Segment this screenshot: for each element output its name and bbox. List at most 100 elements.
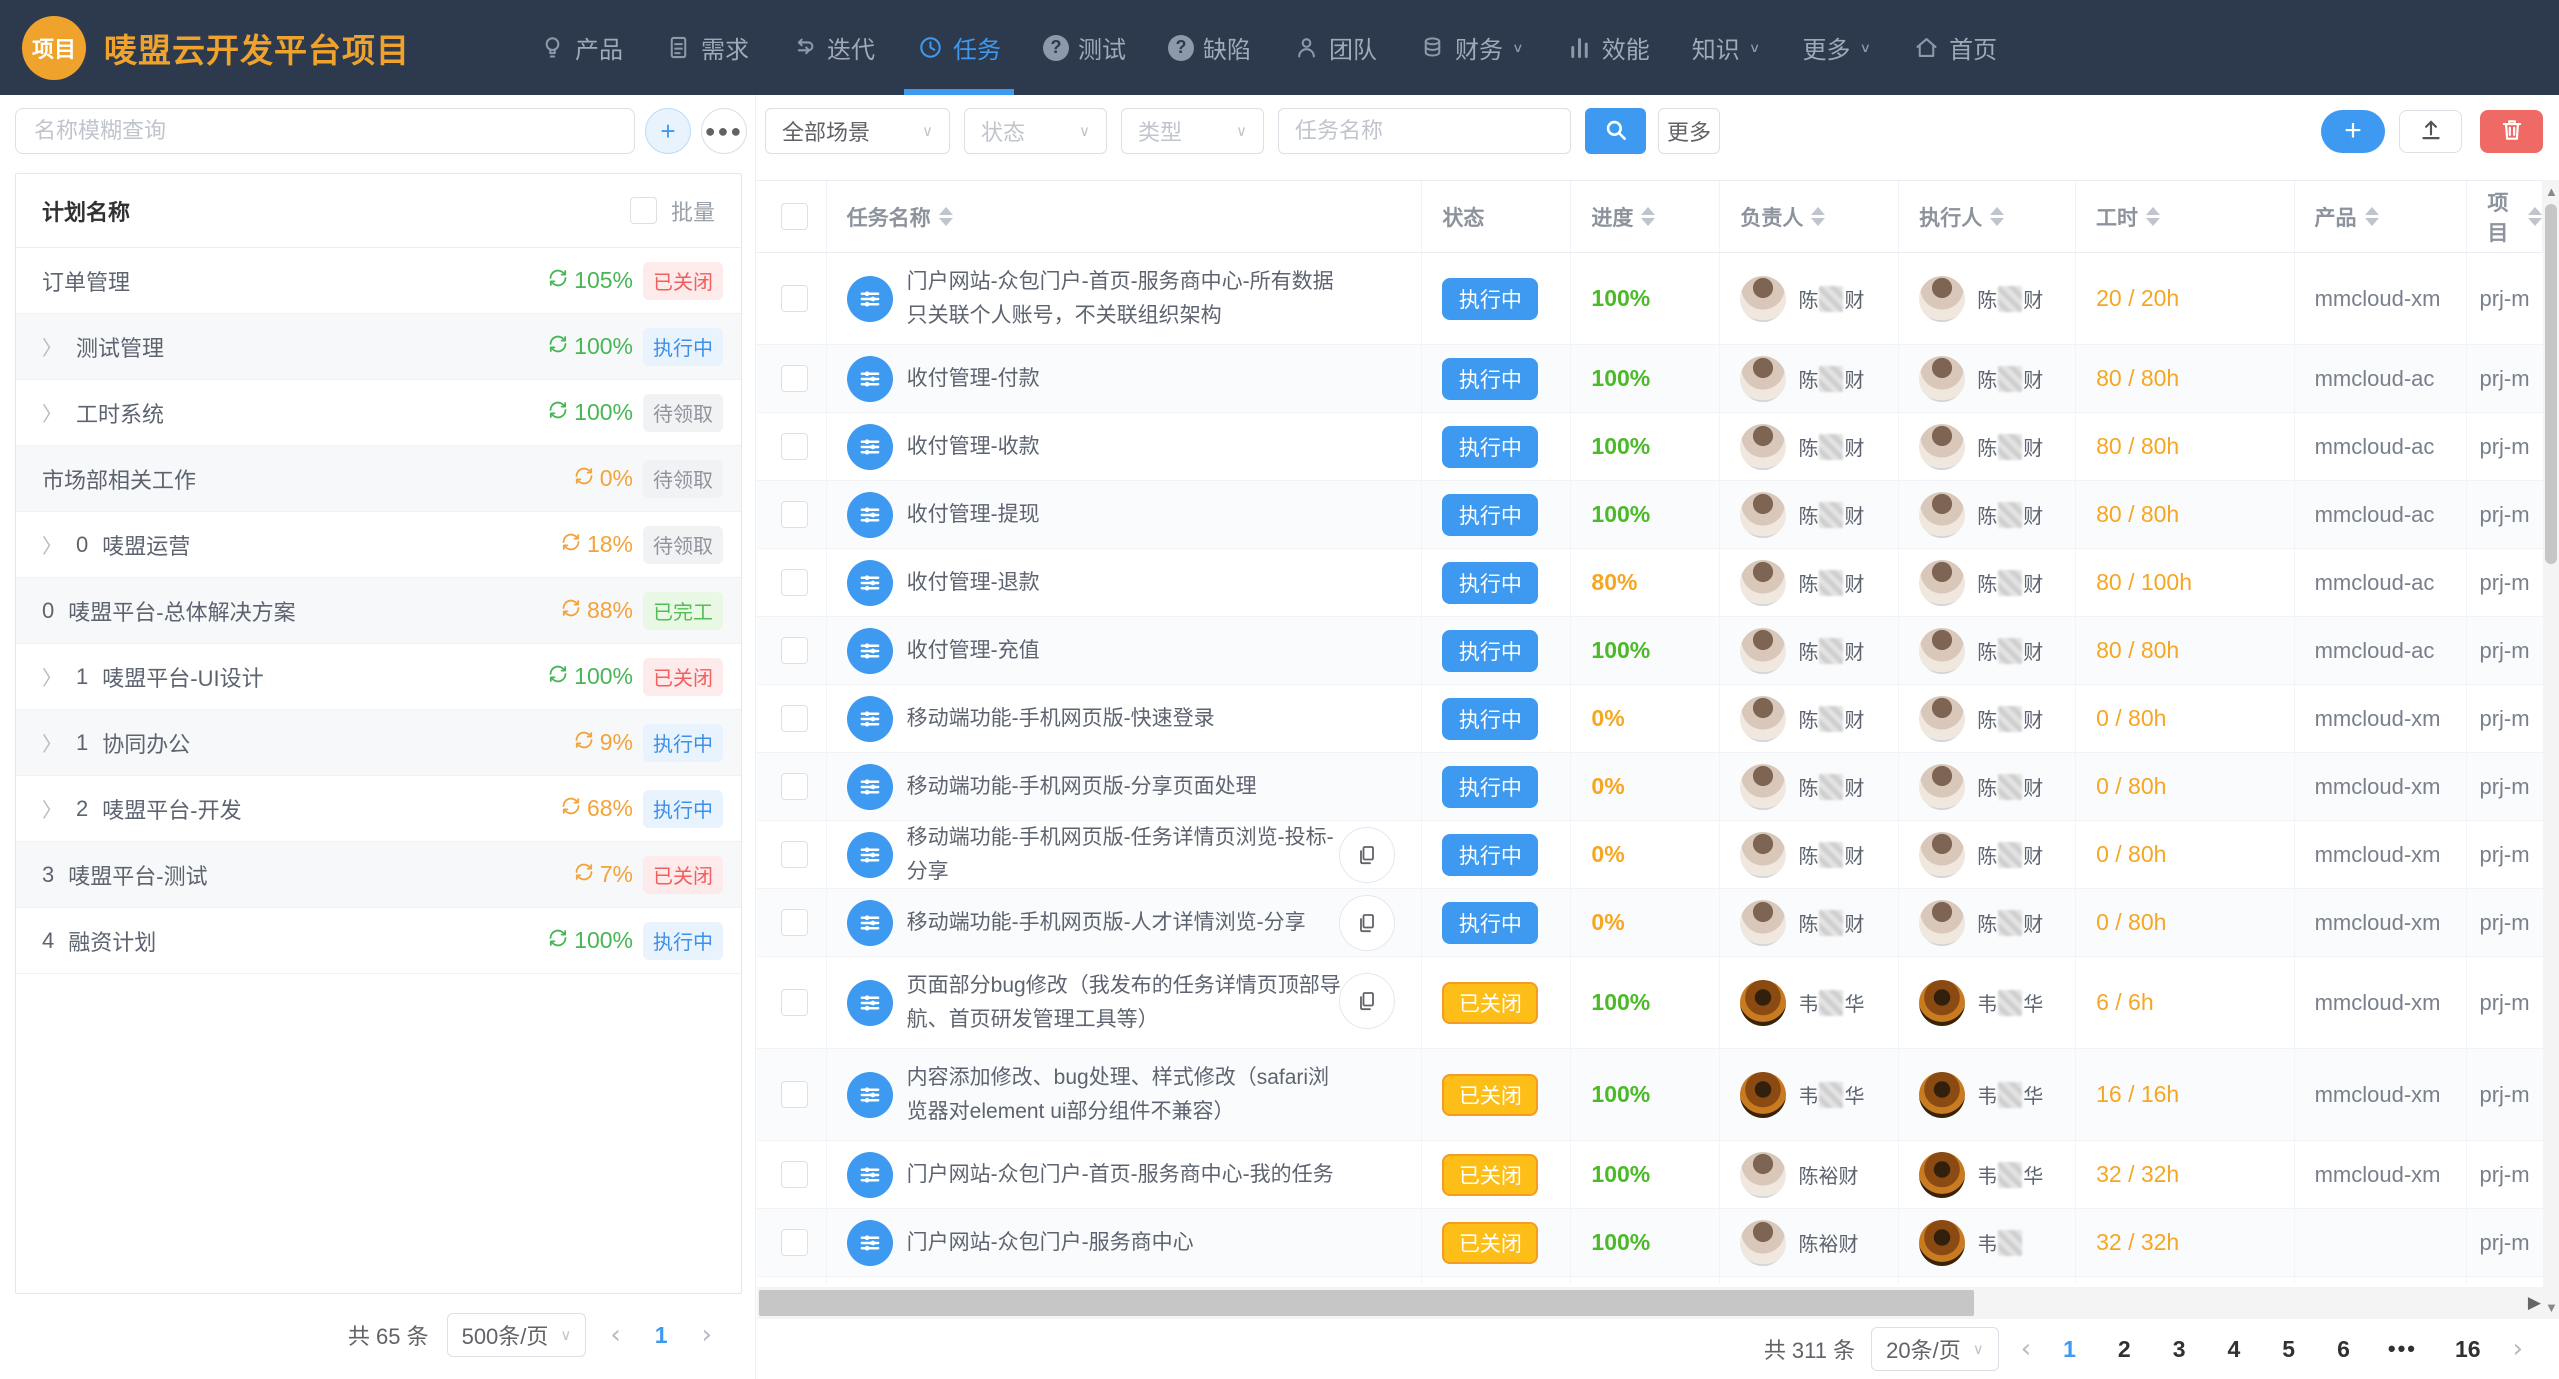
task-name-input[interactable] [1278,108,1571,154]
task-row[interactable]: 移动端功能-手机网页版-分享页面处理执行中0%陈财陈财0 / 80hmmclou… [757,753,2543,821]
horizontal-scrollbar-thumb[interactable] [759,1290,1974,1316]
scroll-up-arrow-icon[interactable]: ▲ [2545,184,2558,199]
task-row[interactable]: 移动端功能-手机网页版-快速登录执行中0%陈财陈财0 / 80hmmcloud-… [757,685,2543,753]
nav-item-更多[interactable]: 更多∨ [1781,0,1892,95]
plan-row[interactable]: 4融资计划100%执行中 [16,908,741,974]
plan-row[interactable]: 〉测试管理100%执行中 [16,314,741,380]
task-row[interactable] [757,1277,2543,1283]
copy-icon[interactable] [1339,827,1395,883]
page-number-2[interactable]: 2 [2108,1336,2141,1363]
status-select[interactable]: 状态 ∨ [964,108,1107,154]
plan-row[interactable]: 0唛盟平台-总体解决方案88%已完工 [16,578,741,644]
row-checkbox[interactable] [781,1081,808,1108]
column-header-任务名称[interactable]: 任务名称 [827,181,1423,252]
plan-row[interactable]: 市场部相关工作0%待领取 [16,446,741,512]
task-row[interactable]: 收付管理-提现执行中100%陈财陈财80 / 80hmmcloud-acprj-… [757,481,2543,549]
sort-icon[interactable] [1641,207,1655,226]
nav-item-任务[interactable]: 任务 [896,0,1022,95]
page-number-16[interactable]: 16 [2445,1336,2491,1363]
plan-row[interactable]: 3唛盟平台-测试7%已关闭 [16,842,741,908]
task-name[interactable]: 门户网站-众包门户-服务商中心 [907,1226,1274,1260]
row-checkbox[interactable] [781,1229,808,1256]
nav-item-迭代[interactable]: 迭代 [770,0,896,95]
task-name[interactable]: 收付管理-退款 [907,566,1120,600]
task-row[interactable]: 收付管理-付款执行中100%陈财陈财80 / 80hmmcloud-acprj-… [757,345,2543,413]
row-checkbox[interactable] [781,501,808,528]
row-checkbox[interactable] [781,1161,808,1188]
plan-page-size-select[interactable]: 500条/页 ∨ [447,1313,587,1357]
expand-arrow-icon[interactable]: 〉 [42,332,62,361]
expand-arrow-icon[interactable]: 〉 [42,728,62,757]
row-checkbox[interactable] [781,909,808,936]
sort-icon[interactable] [939,207,953,226]
page-ellipsis[interactable]: ••• [2382,1336,2423,1362]
type-select[interactable]: 类型 ∨ [1121,108,1264,154]
page-number-3[interactable]: 3 [2163,1336,2196,1363]
project-logo[interactable]: 项目 [22,16,86,80]
task-name[interactable]: 移动端功能-手机网页版-分享页面处理 [907,770,1337,804]
plan-row[interactable]: 〉2唛盟平台-开发68%执行中 [16,776,741,842]
row-checkbox[interactable] [781,365,808,392]
column-header-项目[interactable]: 项目 [2467,181,2543,252]
copy-icon[interactable] [1339,895,1395,951]
copy-icon[interactable] [1339,973,1395,1029]
row-checkbox[interactable] [781,989,808,1016]
task-row[interactable]: 门户网站-众包门户-服务商中心已关闭100%陈裕财韦32 / 32hprj-m [757,1209,2543,1277]
row-checkbox[interactable] [781,637,808,664]
more-filters-button[interactable]: 更多 [1658,108,1720,154]
nav-item-需求[interactable]: 需求 [644,0,770,95]
column-header-执行人[interactable]: 执行人 [1899,181,2076,252]
horizontal-scrollbar[interactable]: ▶ [757,1287,2543,1319]
add-task-button[interactable]: + [2321,110,2385,153]
plan-row[interactable]: 〉工时系统100%待领取 [16,380,741,446]
task-row[interactable]: 门户网站-众包门户-首页-服务商中心-我的任务已关闭100%陈裕财韦华32 / … [757,1141,2543,1209]
sort-icon[interactable] [2528,207,2542,226]
row-checkbox[interactable] [781,705,808,732]
nav-item-测试[interactable]: ?测试 [1022,0,1147,95]
task-row[interactable]: 收付管理-退款执行中80%陈财陈财80 / 100hmmcloud-acprj-… [757,549,2543,617]
plan-row[interactable]: 〉0唛盟运营18%待领取 [16,512,741,578]
column-header-负责人[interactable]: 负责人 [1720,181,1899,252]
task-prev-page-button[interactable]: ‹ [2015,1334,2037,1364]
plan-search-input[interactable] [15,108,635,154]
nav-item-产品[interactable]: 产品 [518,0,644,95]
task-name[interactable]: 内容添加修改、bug处理、样式修改（safari浏览器对element ui部分… [907,1061,1422,1129]
page-number-4[interactable]: 4 [2218,1336,2251,1363]
task-next-page-button[interactable]: › [2507,1334,2529,1364]
vertical-scrollbar-thumb[interactable] [2545,204,2557,564]
column-header-产品[interactable]: 产品 [2295,181,2468,252]
sort-icon[interactable] [1811,207,1825,226]
add-plan-button[interactable]: + [645,108,691,154]
sort-icon[interactable] [2365,207,2379,226]
export-button[interactable] [2399,110,2462,153]
row-checkbox[interactable] [781,569,808,596]
sort-icon[interactable] [1990,207,2004,226]
plan-prev-page-button[interactable]: ‹ [604,1320,626,1350]
plan-next-page-button[interactable]: › [696,1320,718,1350]
sort-icon[interactable] [2146,207,2160,226]
expand-arrow-icon[interactable]: 〉 [42,794,62,823]
task-row[interactable]: 收付管理-充值执行中100%陈财陈财80 / 80hmmcloud-acprj-… [757,617,2543,685]
column-header-进度[interactable]: 进度 [1571,181,1720,252]
expand-arrow-icon[interactable]: 〉 [42,398,62,427]
scroll-right-arrow-icon[interactable]: ▶ [2528,1293,2541,1313]
delete-button[interactable] [2480,110,2543,153]
plan-row[interactable]: 〉1唛盟平台-UI设计100%已关闭 [16,644,741,710]
row-checkbox[interactable] [781,773,808,800]
plan-row[interactable]: 〉1协同办公9%执行中 [16,710,741,776]
row-checkbox[interactable] [781,285,808,312]
task-row[interactable]: 收付管理-收款执行中100%陈财陈财80 / 80hmmcloud-acprj-… [757,413,2543,481]
row-checkbox[interactable] [781,433,808,460]
task-name[interactable]: 收付管理-提现 [907,498,1120,532]
task-row[interactable]: 内容添加修改、bug处理、样式修改（safari浏览器对element ui部分… [757,1049,2543,1141]
column-header-工时[interactable]: 工时 [2076,181,2295,252]
page-number-6[interactable]: 6 [2327,1336,2360,1363]
task-page-size-select[interactable]: 20条/页 ∨ [1871,1327,1999,1371]
search-button[interactable] [1585,108,1646,154]
scroll-down-arrow-icon[interactable]: ▼ [2545,1300,2558,1315]
task-name[interactable]: 移动端功能-手机网页版-快速登录 [907,702,1295,736]
expand-arrow-icon[interactable]: 〉 [42,530,62,559]
plan-page-number[interactable]: 1 [645,1322,678,1349]
nav-item-缺陷[interactable]: ?缺陷 [1147,0,1272,95]
plan-more-button[interactable]: ●●● [701,108,747,154]
